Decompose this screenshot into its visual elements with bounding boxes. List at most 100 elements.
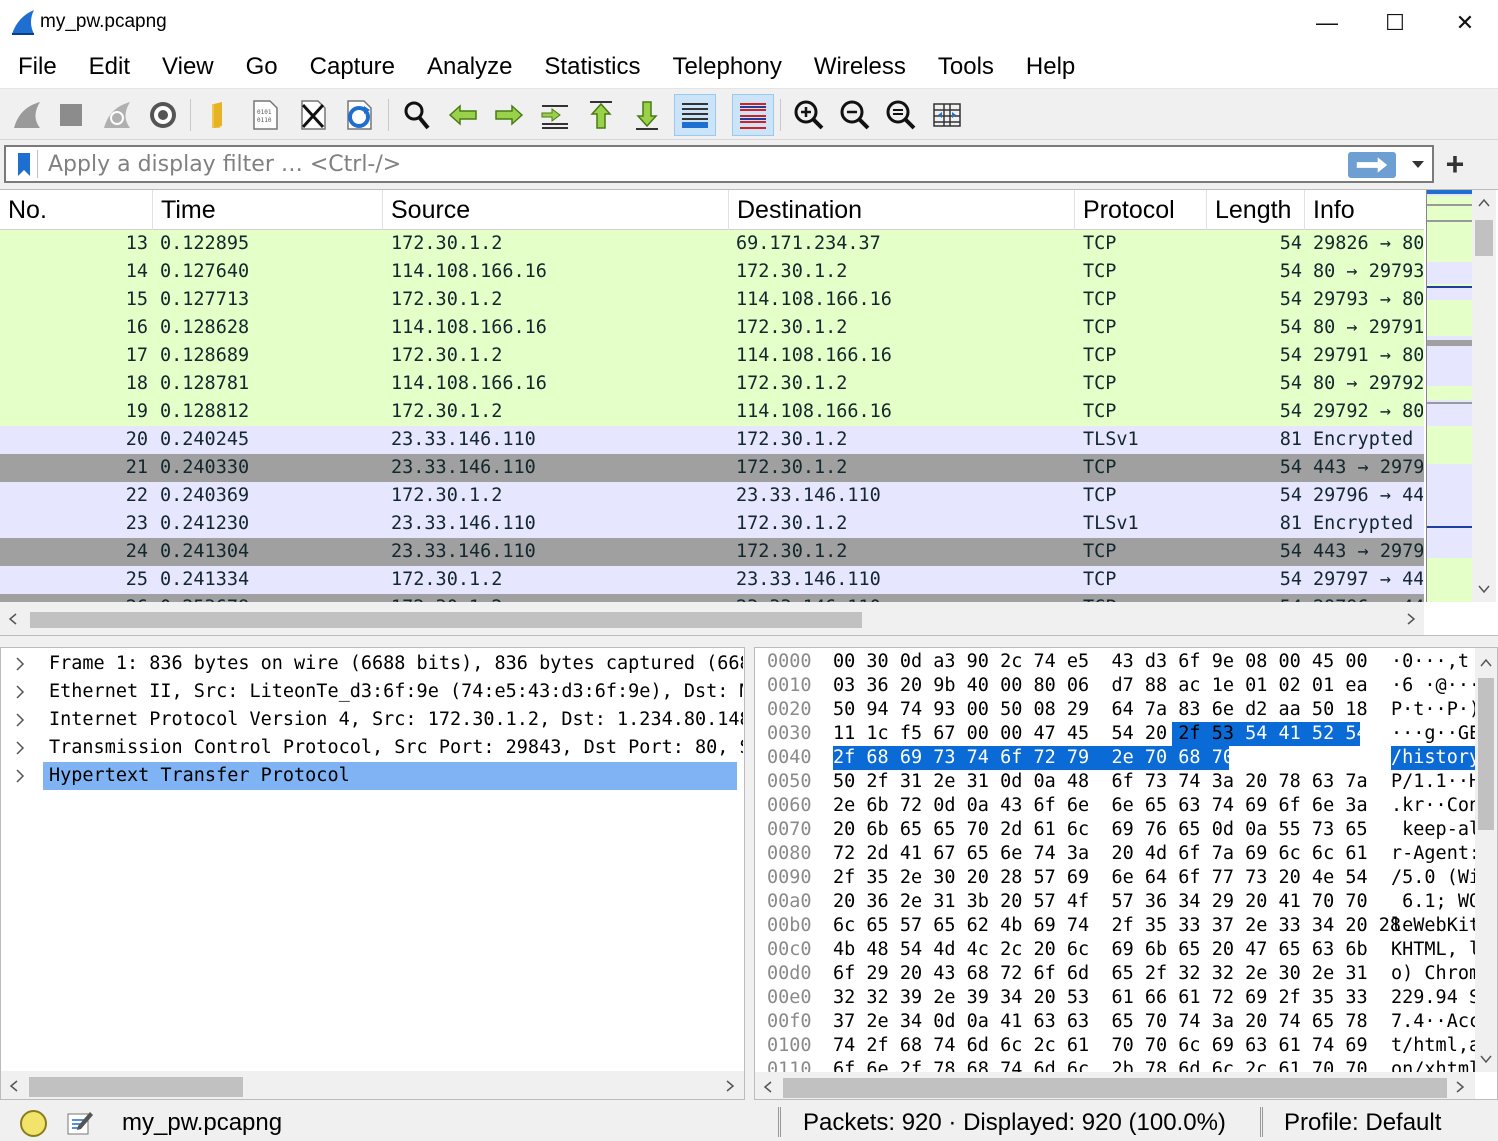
reload-file-icon[interactable] [338,94,380,136]
hex-row[interactable]: 0030 11 1c f5 67 00 00 47 45 54 20 2f 53 … [755,722,1475,746]
apply-filter-button[interactable] [1348,152,1396,178]
zoom-normal-icon[interactable] [880,94,922,136]
hex-row[interactable]: 00d0 6f 29 20 43 68 72 6f 6d 65 2f 32 32 … [755,962,1475,986]
start-capture-icon[interactable] [6,94,48,136]
chevron-right-icon[interactable] [15,650,31,678]
hex-row[interactable]: 0090 2f 35 2e 30 20 28 57 69 6e 64 6f 77 … [755,866,1475,890]
column-header-no[interactable]: No. [0,190,153,230]
find-packet-icon[interactable] [396,94,438,136]
column-header-protocol[interactable]: Protocol [1075,190,1207,230]
menu-go[interactable]: Go [230,53,294,81]
packet-row[interactable]: 25 0.241334 172.30.1.2 23.33.146.110 TCP 54 29… [0,566,1424,594]
autoscroll-icon[interactable] [674,94,716,136]
chevron-right-icon[interactable] [15,678,31,706]
hex-row[interactable]: 0020 50 94 74 93 00 50 08 29 64 7a 83 6e … [755,698,1475,722]
detail-tree-item[interactable]: Ethernet II, Src: LiteonTe_d3:6f:9e (74:… [1,678,744,706]
expert-info-led-icon[interactable] [20,1110,47,1137]
packet-row[interactable]: 13 0.122895 172.30.1.2 69.171.234.37 TCP 54 29… [0,230,1424,258]
column-header-length[interactable]: Length [1207,190,1305,230]
close-window-button[interactable]: ✕ [1430,0,1498,46]
detail-tree-item[interactable]: Transmission Control Protocol, Src Port:… [1,734,744,762]
capture-comment-icon[interactable] [66,1108,94,1136]
menu-wireless[interactable]: Wireless [798,53,922,81]
scrollbar-thumb[interactable] [30,612,862,628]
hex-row[interactable]: 0080 72 2d 41 67 65 6e 74 3a 20 4d 6f 7a … [755,842,1475,866]
minimize-button[interactable]: — [1292,0,1362,46]
scrollbar-thumb[interactable] [29,1077,243,1097]
packet-row[interactable]: 16 0.128628 114.108.166.16 172.30.1.2 TCP 54 8… [0,314,1424,342]
go-forward-icon[interactable] [488,94,530,136]
scrollbar-thumb[interactable] [1478,678,1494,830]
zoom-out-icon[interactable] [834,94,876,136]
detail-tree-item[interactable]: Internet Protocol Version 4, Src: 172.30… [1,706,744,734]
status-profile[interactable]: Profile: Default [1284,1109,1441,1137]
hex-row[interactable]: 0040 2f 68 69 73 74 6f 72 79 2e 70 68 70 … [755,746,1475,770]
packet-row[interactable]: 24 0.241304 23.33.146.110 172.30.1.2 TCP 54 44… [0,538,1424,566]
menu-edit[interactable]: Edit [73,53,146,81]
packet-row[interactable]: 18 0.128781 114.108.166.16 172.30.1.2 TCP 54 8… [0,370,1424,398]
hex-row[interactable]: 00e0 32 32 39 2e 39 34 20 53 61 66 61 72 … [755,986,1475,1010]
chevron-right-icon[interactable] [15,762,31,790]
detail-tree-item[interactable]: Frame 1: 836 bytes on wire (6688 bits), … [1,650,744,678]
colorize-icon[interactable] [732,94,774,136]
details-horizontal-scrollbar[interactable] [1,1071,744,1099]
hex-row[interactable]: 0050 50 2f 31 2e 31 0d 0a 48 6f 73 74 3a … [755,770,1475,794]
menu-statistics[interactable]: Statistics [528,53,656,81]
packet-row[interactable]: 15 0.127713 172.30.1.2 114.108.166.16 TCP 54 2… [0,286,1424,314]
restart-capture-icon[interactable] [96,94,138,136]
bytes-horizontal-scrollbar[interactable] [755,1072,1475,1099]
go-to-packet-icon[interactable] [534,94,576,136]
hex-row[interactable]: 0100 74 2f 68 74 6d 6c 2c 61 70 70 6c 69 … [755,1034,1475,1058]
go-first-icon[interactable] [580,94,622,136]
scrollbar-thumb[interactable] [783,1078,1447,1098]
hex-row[interactable]: 00a0 20 36 2e 31 3b 20 57 4f 57 36 34 29 … [755,890,1475,914]
hex-row[interactable]: 0010 03 36 20 9b 40 00 80 06 d7 88 ac 1e … [755,674,1475,698]
scrollbar-thumb[interactable] [1475,220,1493,256]
menu-file[interactable]: File [2,53,73,81]
menu-help[interactable]: Help [1010,53,1091,81]
filter-history-dropdown-icon[interactable] [1408,153,1428,175]
menu-tools[interactable]: Tools [922,53,1010,81]
packet-row[interactable]: 19 0.128812 172.30.1.2 114.108.166.16 TCP 54 2… [0,398,1424,426]
filter-bookmark-icon[interactable] [10,150,38,178]
menu-analyze[interactable]: Analyze [411,53,528,81]
open-file-icon[interactable] [198,94,240,136]
menu-capture[interactable]: Capture [294,53,411,81]
add-filter-button[interactable]: + [1440,146,1470,182]
save-file-icon[interactable]: 0101 0110 [244,94,286,136]
go-back-icon[interactable] [442,94,484,136]
packet-row[interactable]: 14 0.127640 114.108.166.16 172.30.1.2 TCP 54 8… [0,258,1424,286]
hex-row[interactable]: 0060 2e 6b 72 0d 0a 43 6f 6e 6e 65 63 74 … [755,794,1475,818]
column-header-time[interactable]: Time [153,190,383,230]
stop-capture-icon[interactable] [50,94,92,136]
packet-list-horizontal-scrollbar[interactable] [0,602,1424,635]
packet-row[interactable]: 20 0.240245 23.33.146.110 172.30.1.2 TLSv1 81… [0,426,1424,454]
menu-view[interactable]: View [146,53,230,81]
display-filter-input[interactable] [48,150,1338,178]
hex-row[interactable]: 0000 00 30 0d a3 90 2c 74 e5 43 d3 6f 9e … [755,650,1475,674]
hex-row[interactable]: 00b0 6c 65 57 65 62 4b 69 74 2f 35 33 37 … [755,914,1475,938]
zoom-in-icon[interactable] [788,94,830,136]
menu-telephony[interactable]: Telephony [656,53,797,81]
resize-columns-icon[interactable] [926,94,968,136]
close-file-icon[interactable] [292,94,334,136]
packet-list-vertical-scrollbar[interactable] [1472,190,1496,602]
packet-row[interactable]: 23 0.241230 23.33.146.110 172.30.1.2 TLSv1 81… [0,510,1424,538]
packet-row[interactable]: 26 0.253678 172.30.1.2 23.33.146.110 TCP 54 29… [0,594,1424,602]
capture-options-icon[interactable] [142,94,184,136]
column-header-destination[interactable]: Destination [729,190,1075,230]
chevron-right-icon[interactable] [15,734,31,762]
detail-tree-item[interactable]: Hypertext Transfer Protocol [1,762,744,790]
column-header-source[interactable]: Source [383,190,729,230]
hex-row[interactable]: 00c0 4b 48 54 4d 4c 2c 20 6c 69 6b 65 20 … [755,938,1475,962]
packet-row[interactable]: 22 0.240369 172.30.1.2 23.33.146.110 TCP 54 29… [0,482,1424,510]
column-header-info[interactable]: Info [1305,190,1425,230]
packet-row[interactable]: 21 0.240330 23.33.146.110 172.30.1.2 TCP 54 44… [0,454,1424,482]
chevron-right-icon[interactable] [15,706,31,734]
hex-row[interactable]: 00f0 37 2e 34 0d 0a 41 63 63 65 70 74 3a … [755,1010,1475,1034]
maximize-button[interactable]: ☐ [1360,0,1430,46]
packet-minimap[interactable] [1426,190,1473,602]
go-last-icon[interactable] [626,94,668,136]
hex-row[interactable]: 0070 20 6b 65 65 70 2d 61 6c 69 76 65 0d … [755,818,1475,842]
bytes-vertical-scrollbar[interactable] [1475,648,1497,1072]
